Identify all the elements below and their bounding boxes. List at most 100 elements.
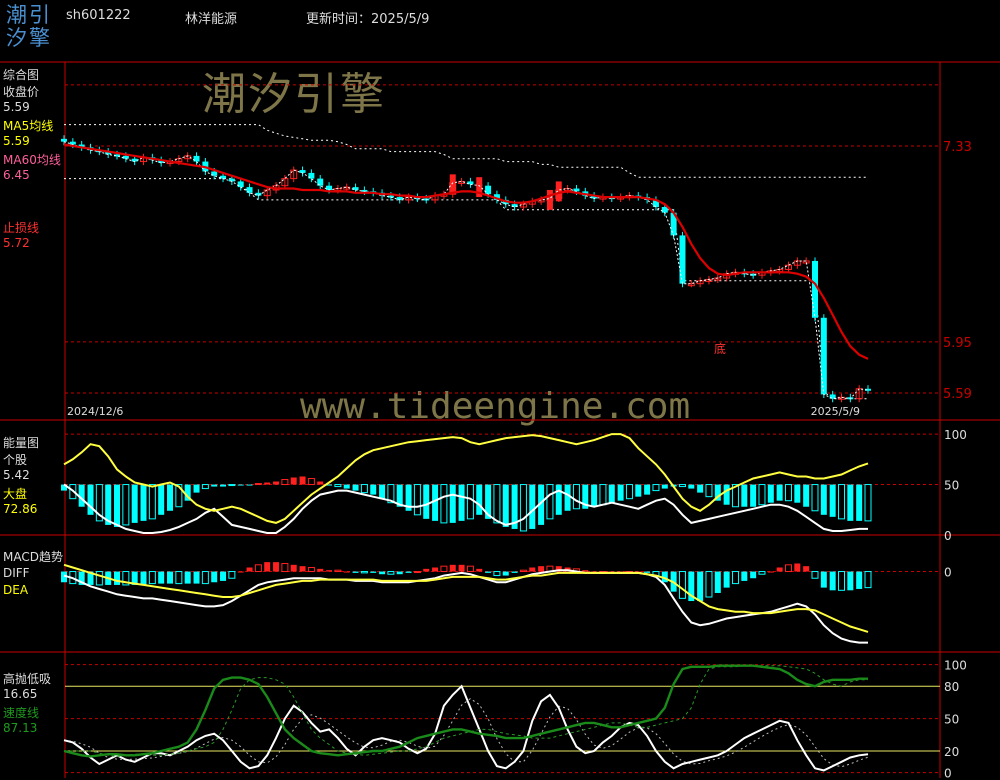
candle [61,138,67,142]
energy-bar [281,479,289,486]
gaopao-tick-label: 80 [944,680,959,694]
gaopao-tick-label: 0 [944,767,952,780]
macd-bar [714,571,721,593]
macd-bar [811,571,819,579]
macd-bar [705,571,713,598]
candle [661,207,668,213]
gaopao-line [63,684,869,772]
macd-bar [158,571,165,584]
macd-bar [776,567,783,572]
energy-bar [413,484,421,516]
macd-bar [237,571,244,573]
energy-bar [608,484,615,503]
main-tick-label: 5.59 [943,387,972,402]
energy-bar [264,482,271,485]
macd-bar [837,571,845,591]
energy-bar [697,484,704,493]
macd-bar [847,571,854,591]
macd-bar [95,571,103,586]
macd-bar [326,570,333,572]
energy-bar [307,477,315,486]
energy-bar [599,484,607,506]
candle [679,235,686,284]
macd-bar [449,564,456,572]
energy-bar [370,484,377,495]
energy-bar [705,484,713,498]
speed-line [63,664,868,758]
candle [820,317,827,395]
energy-bar [591,484,598,507]
macd-bar [803,566,810,572]
energy-bar [767,484,774,503]
energy-bar [193,484,200,493]
macd-bar [794,563,801,572]
macd-bar [466,565,474,573]
energy-bar [334,484,342,488]
macd-bar [405,571,412,573]
candle-highlight [546,189,553,210]
macd-bar [167,571,174,584]
date-end-label: 2025/5/9 [811,405,860,418]
macd-bar [731,571,739,585]
energy-tick-label: 0 [944,529,952,543]
energy-bar [750,484,757,507]
energy-bar [723,484,730,505]
macd-bar [343,571,350,573]
macd-bar [511,571,518,573]
gaopao-tick-label: 50 [944,713,959,727]
macd-bar [148,571,156,585]
macd-tick-label: 0 [944,566,952,580]
energy-bar [158,484,165,515]
macd-bar [723,571,730,588]
energy-bar [652,484,660,492]
macd-bar [228,571,236,579]
macd-bar [387,571,395,575]
energy-bar [820,484,827,515]
energy-bar [254,483,262,486]
energy-bar [625,484,633,500]
energy-bar [246,484,253,486]
macd-bar [254,564,262,573]
macd-bar [856,571,863,589]
energy-bar [758,484,766,506]
macd-bar [864,571,872,589]
energy-bar [829,484,836,517]
energy-bar [864,484,872,522]
macd-bar [299,566,306,572]
macd-bar [307,567,315,573]
macd-bar [175,571,183,585]
macd-bar [519,569,527,573]
macd-bar [485,571,492,573]
energy-bar [741,484,748,507]
energy-bar [661,484,668,489]
ma5-line [63,141,869,400]
macd-bar [423,568,430,572]
energy-bar [228,484,236,487]
main-tick-label: 5.95 [943,336,972,351]
gaopao-tick-label: 20 [944,745,959,759]
gaopao-tick-label: 100 [944,659,967,673]
energy-bar [572,484,580,510]
energy-bar [458,484,465,521]
macd-bar [360,571,368,574]
energy-bar [476,484,483,515]
macd-bar [458,564,465,572]
energy-bar [635,484,642,497]
energy-bar [201,484,209,490]
energy-bar [423,484,430,519]
energy-bar [299,476,306,485]
macd-bar [440,565,448,573]
macd-bar [582,570,589,572]
macd-bar [220,571,227,581]
macd-bar [140,571,147,585]
energy-bar [317,481,324,485]
energy-bar [114,484,121,527]
chart-canvas: 7.33 5.95 5.59 2024/12/6 2025/5/9 底 100 50 0 0 100… [0,61,1000,780]
candle [485,185,492,195]
energy-bar [87,484,94,515]
macd-bar [317,568,324,572]
macd-bar [211,571,218,583]
macd-bar [264,562,271,572]
macd-bar [334,569,342,573]
energy-bar [140,484,147,521]
